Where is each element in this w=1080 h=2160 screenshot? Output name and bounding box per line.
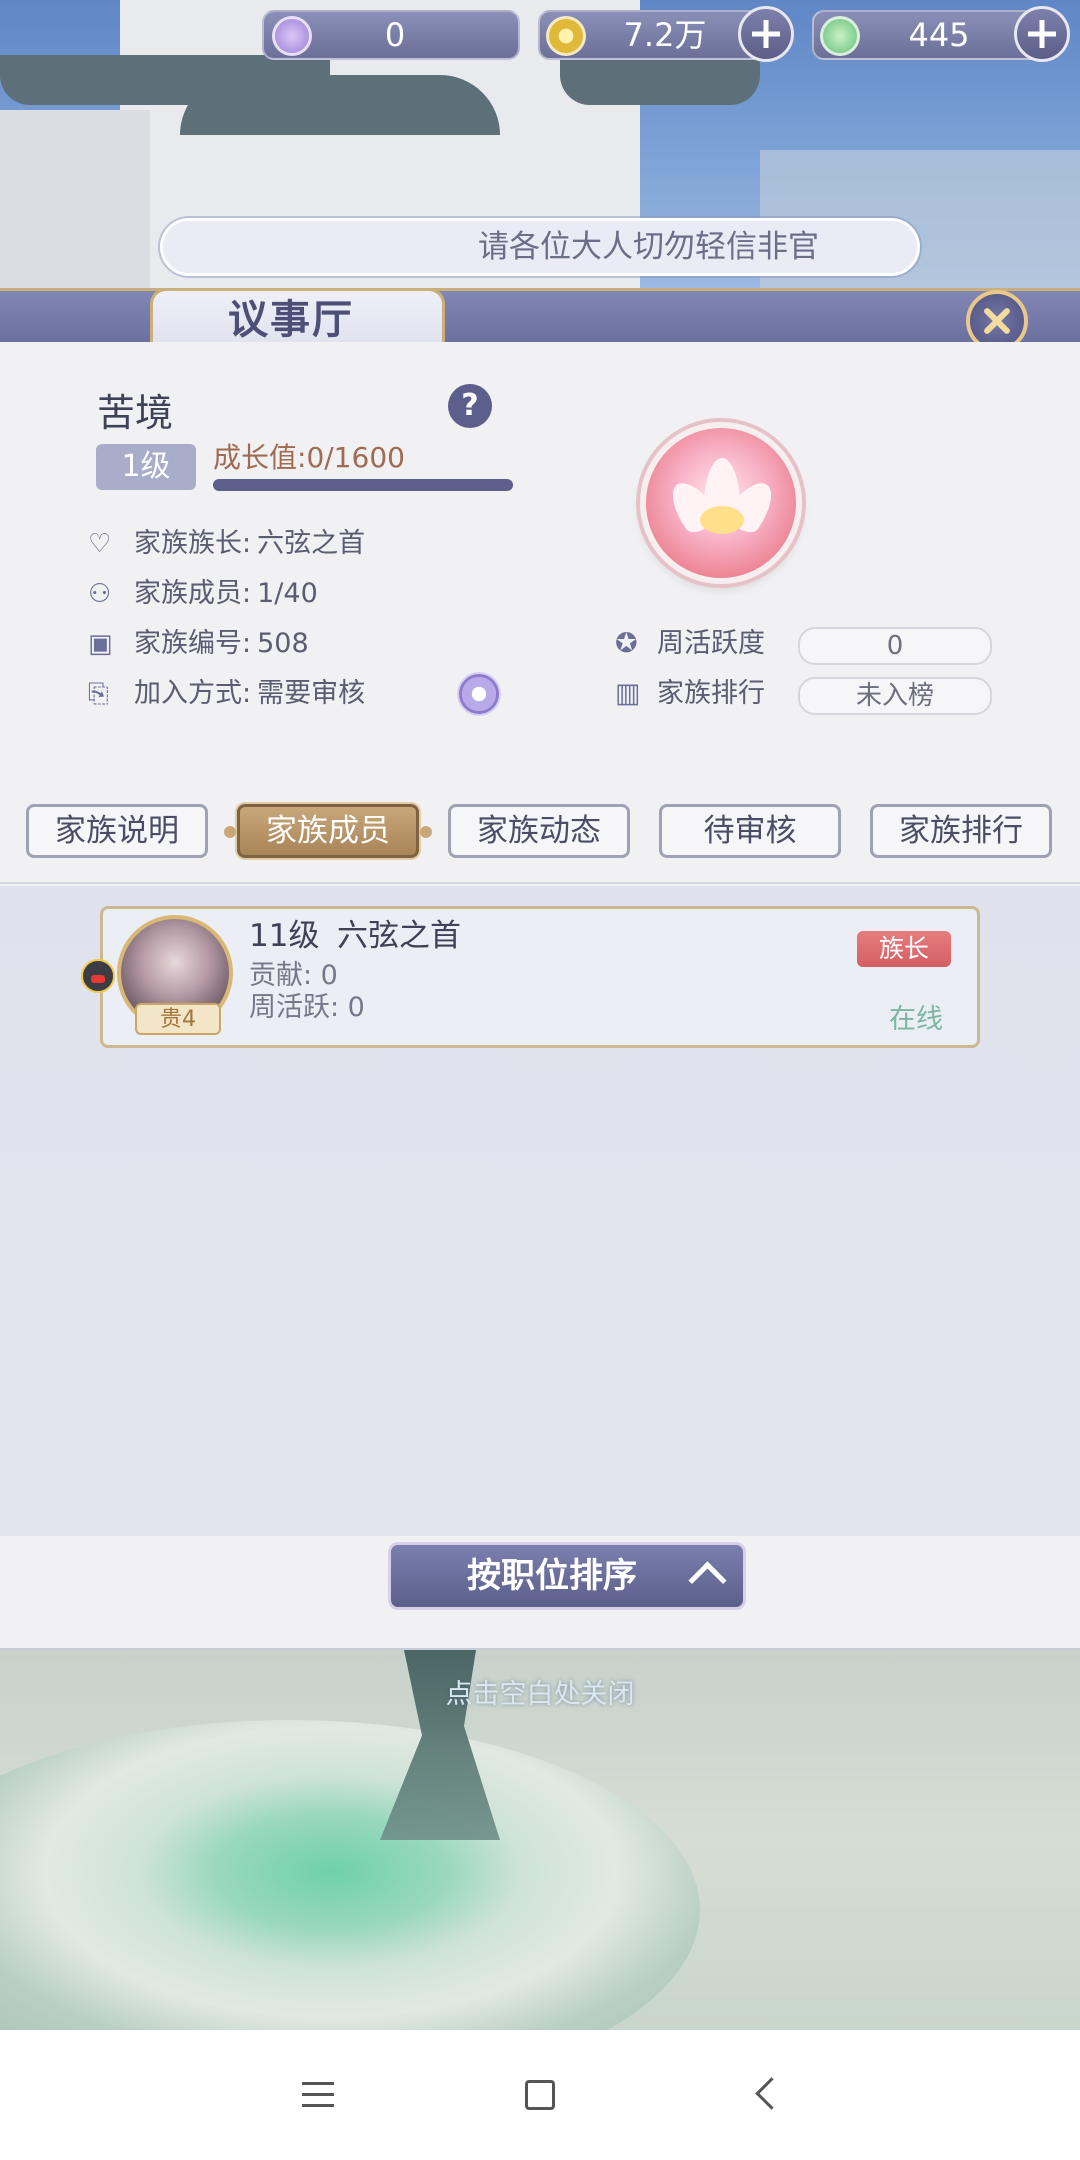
member-contribution: 贡献: 0 bbox=[249, 960, 338, 991]
join-icon: ⎘ bbox=[88, 679, 109, 709]
member-weekly-activity: 周活跃: 0 bbox=[249, 992, 365, 1023]
menu-line bbox=[302, 2082, 334, 2085]
medal-icon: ✪ bbox=[615, 628, 638, 659]
pond bbox=[0, 1720, 700, 2030]
lotus-center bbox=[700, 506, 744, 534]
member-card[interactable]: 贵4 11级 六弦之首 贡献: 0 周活跃: 0 族长 在线 bbox=[81, 906, 980, 1048]
member-level: 11级 bbox=[249, 918, 320, 954]
family-panel: 苦境 ? 1级 成长值:0/1600 ♡ 家族族长: 六弦之首 ⚇ 家族成员: 1/40… bbox=[0, 342, 1080, 1652]
noble-rank-badge: 贵4 bbox=[135, 1003, 221, 1035]
info-row-join: ⎘ 加入方式: 需要审核 bbox=[88, 674, 365, 714]
family-rank-value: 未入榜 bbox=[798, 677, 992, 715]
weekly-label: 周活跃度 bbox=[657, 628, 765, 659]
menu-line bbox=[302, 2104, 334, 2107]
role-badge: 族长 bbox=[857, 931, 951, 967]
growth-progress-fill bbox=[213, 479, 513, 491]
tab-family-ranking[interactable]: 家族排行 bbox=[870, 804, 1052, 858]
palace-roof bbox=[180, 75, 500, 135]
window-title: 议事厅 bbox=[228, 297, 354, 343]
palace-roof bbox=[560, 55, 760, 105]
weekly-activity-value: 0 bbox=[798, 627, 992, 665]
online-status: 在线 bbox=[889, 1004, 943, 1035]
member-name: 六弦之首 bbox=[337, 918, 461, 954]
home-button[interactable] bbox=[525, 2080, 555, 2110]
leader-value: 六弦之首 bbox=[257, 528, 366, 559]
leader-label: 家族族长: bbox=[134, 528, 252, 559]
qq-icon bbox=[81, 959, 115, 993]
weekly-activity-label: ✪ 周活跃度 bbox=[615, 624, 765, 664]
family-name: 苦境 bbox=[97, 391, 174, 435]
menu-button[interactable] bbox=[290, 2070, 350, 2120]
close-hint: 点击空白处关闭 bbox=[445, 1679, 635, 1710]
tab-family-description[interactable]: 家族说明 bbox=[26, 804, 208, 858]
menu-line bbox=[302, 2093, 334, 2096]
add-jade-button[interactable] bbox=[1014, 6, 1070, 62]
chevron-up-icon bbox=[688, 1561, 727, 1600]
system-nav-bar bbox=[0, 2030, 1080, 2160]
info-row-id: ▣ 家族编号: 508 bbox=[88, 624, 309, 664]
tab-family-activity[interactable]: 家族动态 bbox=[448, 804, 630, 858]
bar-chart-icon: ▥ bbox=[615, 678, 641, 709]
growth-progress-bar bbox=[213, 479, 513, 491]
coin-icon bbox=[546, 16, 586, 56]
join-value: 需要审核 bbox=[257, 678, 366, 709]
growth-label: 成长值: bbox=[213, 441, 307, 474]
tab-divider bbox=[0, 882, 1080, 884]
info-row-members: ⚇ 家族成员: 1/40 bbox=[88, 574, 318, 614]
id-card-icon: ▣ bbox=[88, 629, 113, 659]
members-value: 1/40 bbox=[257, 578, 318, 609]
heart-person-icon: ♡ bbox=[88, 529, 112, 559]
gem-counter: 0 bbox=[262, 10, 520, 60]
jade-value: 445 bbox=[908, 16, 970, 54]
member-list: 贵4 11级 六弦之首 贡献: 0 周活跃: 0 族长 在线 bbox=[0, 886, 1080, 1536]
person-icon: ⚇ bbox=[88, 579, 112, 609]
notice-banner: 请各位大人切勿轻信非官 bbox=[160, 218, 920, 276]
tab-pending-review[interactable]: 待审核 bbox=[659, 804, 841, 858]
gem-value: 0 bbox=[384, 16, 406, 54]
join-settings-icon[interactable] bbox=[457, 672, 501, 716]
back-button[interactable] bbox=[742, 2070, 802, 2120]
info-row-leader: ♡ 家族族长: 六弦之首 bbox=[88, 524, 365, 564]
sort-button-label: 按职位排序 bbox=[467, 1556, 637, 1596]
jade-icon bbox=[820, 16, 860, 56]
add-coin-button[interactable] bbox=[738, 6, 794, 62]
growth-value: 成长值:0/1600 bbox=[213, 436, 405, 476]
id-value: 508 bbox=[257, 628, 309, 659]
join-label: 加入方式: bbox=[134, 678, 252, 709]
family-rank-label: ▥ 家族排行 bbox=[615, 674, 765, 714]
growth-number: 0/1600 bbox=[306, 441, 405, 474]
gem-icon bbox=[272, 16, 312, 56]
id-label: 家族编号: bbox=[134, 628, 252, 659]
coin-value: 7.2万 bbox=[623, 16, 707, 54]
help-icon[interactable]: ? bbox=[448, 384, 492, 428]
lotus-emblem bbox=[640, 422, 802, 584]
members-label: 家族成员: bbox=[134, 578, 252, 609]
family-level-badge: 1级 bbox=[96, 444, 196, 490]
rank-label: 家族排行 bbox=[657, 678, 765, 709]
sort-by-position-button[interactable]: 按职位排序 bbox=[388, 1542, 746, 1610]
tab-family-members[interactable]: 家族成员 bbox=[224, 804, 432, 858]
notice-text: 请各位大人切勿轻信非官 bbox=[478, 229, 819, 265]
